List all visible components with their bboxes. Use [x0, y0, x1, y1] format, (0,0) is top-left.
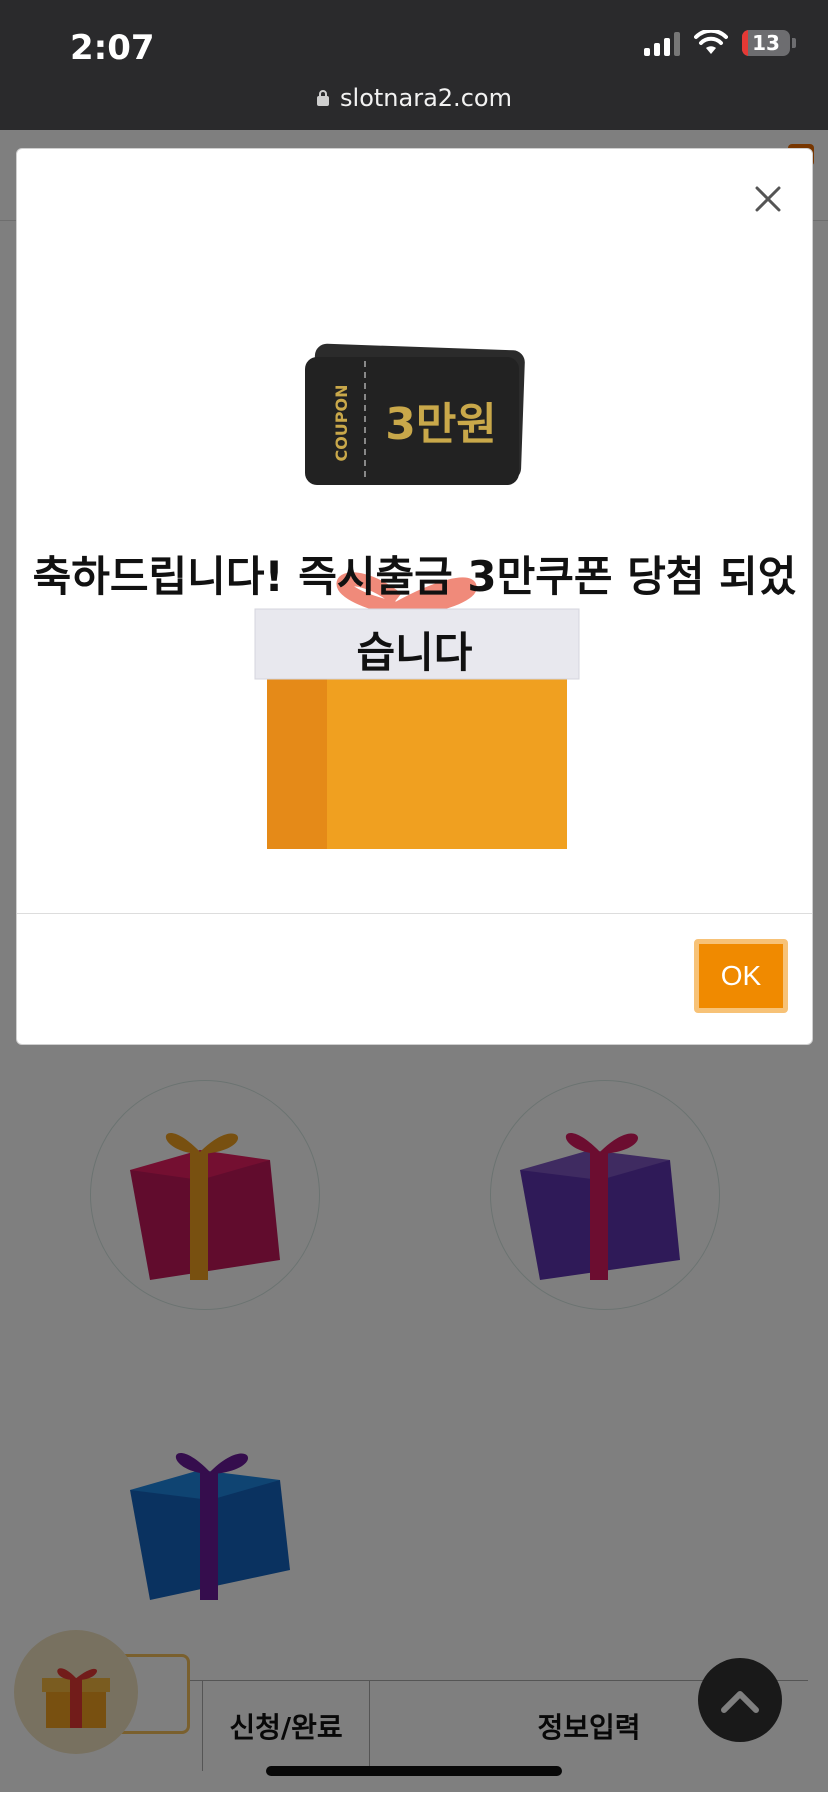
battery-level: 13 [752, 31, 780, 55]
page-url: slotnara2.com [340, 84, 512, 112]
address-bar[interactable]: slotnara2.com [0, 84, 828, 112]
close-icon [755, 186, 781, 212]
wifi-icon [694, 30, 728, 54]
coupon-modal: COUPON 3만원 축하드립니다! 즉시출금 3만쿠폰 당첨 되었습니다 OK [16, 148, 813, 1045]
close-button[interactable] [748, 179, 788, 219]
lock-icon [317, 90, 330, 106]
status-bar: 2:07 13 slotnara2.com [0, 0, 828, 130]
modal-title: 축하드립니다! 즉시출금 3만쿠폰 당첨 되었습니다 [32, 552, 797, 677]
status-icons: 13 [644, 30, 796, 56]
coupon-ticket-image: COUPON 3만원 [305, 343, 525, 485]
coupon-value: 3만원 [385, 399, 497, 450]
coupon-label: COUPON [332, 384, 351, 461]
cellular-signal-icon [644, 30, 680, 56]
modal-body: COUPON 3만원 축하드립니다! 즉시출금 3만쿠폰 당첨 되었습니다 [17, 149, 812, 914]
ok-button[interactable]: OK [694, 939, 788, 1013]
status-time: 2:07 [70, 28, 155, 68]
battery-icon: 13 [742, 30, 790, 56]
